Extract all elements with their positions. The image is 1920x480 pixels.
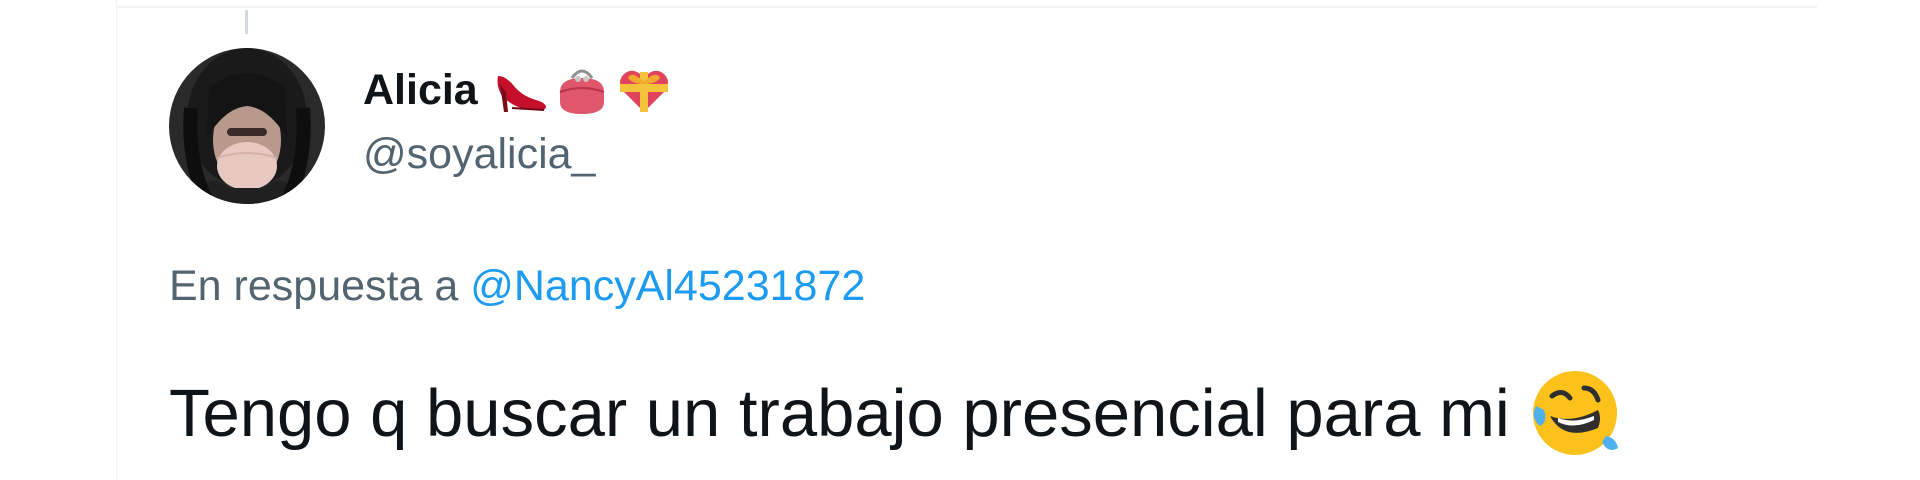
reply-context: En respuesta a @NancyAl45231872 (169, 262, 865, 311)
rolling-on-floor-laughing-icon (1532, 371, 1618, 455)
author-name-row: Alicia (363, 62, 672, 118)
divider (117, 6, 1817, 8)
heart-with-ribbon-icon (619, 70, 668, 112)
author-display-name[interactable]: Alicia (363, 66, 478, 115)
avatar[interactable] (169, 48, 325, 204)
purse-icon (559, 69, 605, 114)
high-heel-shoe-icon (497, 76, 546, 112)
reply-prefix: En respuesta a (169, 262, 459, 310)
tweet-text: Tengo q buscar un trabajo presencial par… (169, 366, 1622, 460)
thread-connector-line (245, 10, 248, 34)
tweet-card: Alicia @soyalicia_ En respuesta a @Nancy… (116, 0, 1817, 480)
tweet-body: Tengo q buscar un trabajo presencial par… (169, 375, 1510, 451)
author-handle[interactable]: @soyalicia_ (363, 130, 595, 179)
reply-to-link[interactable]: @NancyAl45231872 (470, 262, 865, 310)
